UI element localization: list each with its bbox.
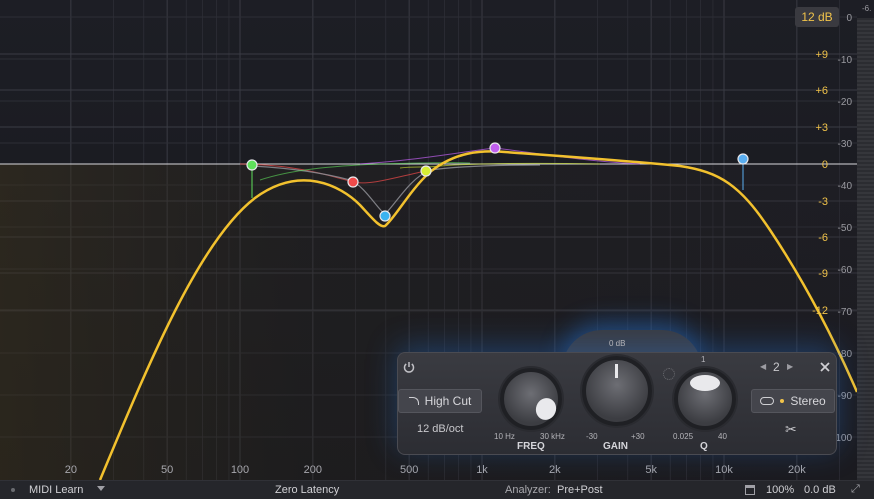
- freq-tick-label: 2k: [549, 464, 561, 476]
- gain-min-label: -30: [586, 432, 598, 441]
- stereo-icon: [760, 397, 775, 405]
- window-icon[interactable]: [745, 485, 755, 495]
- freq-label: FREQ: [517, 441, 545, 452]
- freq-tick-label: 200: [304, 464, 322, 476]
- freq-min-label: 10 Hz: [494, 432, 515, 441]
- analyzer-tick-label: -90: [838, 391, 853, 402]
- midi-dropdown-icon[interactable]: [97, 486, 105, 491]
- band-4-node[interactable]: [420, 165, 432, 177]
- freq-knob[interactable]: [500, 368, 562, 430]
- midi-learn-button[interactable]: MIDI Learn: [29, 484, 83, 496]
- freq-max-label: 30 kHz: [540, 432, 565, 441]
- gain-label: GAIN: [603, 441, 628, 452]
- power-icon[interactable]: [402, 360, 416, 374]
- freq-tick-label: 1k: [476, 464, 488, 476]
- high-cut-icon: [408, 397, 419, 405]
- band-index: 2: [773, 360, 780, 374]
- level-meter: [857, 18, 874, 480]
- gain-max-label: +30: [631, 432, 645, 441]
- analyzer-label: Analyzer:: [505, 484, 551, 496]
- analyzer-tick-label: -60: [838, 265, 853, 276]
- stereo-dot: [780, 399, 785, 403]
- analyzer-tick-label: -80: [838, 349, 853, 360]
- status-bar: MIDI Learn Zero Latency Analyzer: Pre+Po…: [0, 480, 874, 499]
- gain-tick-label: +9: [815, 49, 828, 61]
- q-min-label: 0.025: [673, 432, 694, 441]
- prev-band-button[interactable]: ◀: [760, 362, 766, 371]
- band-2-node[interactable]: [347, 176, 359, 188]
- analyzer-tick-label: -40: [838, 181, 853, 192]
- filter-type-button[interactable]: High Cut: [398, 389, 482, 413]
- gain-knob-indicator: [615, 364, 618, 378]
- analyzer-tick-label: -50: [838, 223, 853, 234]
- freq-tick-label: 20: [65, 464, 77, 476]
- gain-tick-label: -12: [812, 305, 828, 317]
- filter-type-label: High Cut: [424, 394, 472, 408]
- freq-tick-label: 100: [231, 464, 249, 476]
- output-gain[interactable]: 0.0 dB: [804, 484, 836, 496]
- band-6-node[interactable]: [737, 153, 749, 165]
- freq-tick-label: 50: [161, 464, 173, 476]
- zoom-selector[interactable]: 100%: [766, 484, 794, 496]
- q-knob-indicator: [690, 375, 720, 391]
- gain-tick-label: -6: [818, 232, 828, 244]
- analyzer-tick-label: -30: [838, 139, 853, 150]
- analyzer-selector[interactable]: Pre+Post: [557, 484, 603, 496]
- gain-tick-label: +6: [815, 85, 828, 97]
- analyzer-tick-label: 0: [846, 13, 852, 24]
- q-label: Q: [700, 441, 708, 452]
- stereo-label: Stereo: [790, 394, 826, 408]
- corner-label: -6.: [862, 4, 872, 13]
- analyzer-tick-label: -70: [838, 307, 853, 318]
- slope-selector[interactable]: 12 dB/oct: [417, 423, 463, 435]
- gain-tick-label: 0: [822, 159, 828, 171]
- band-1-node[interactable]: [246, 159, 258, 171]
- band-3-node[interactable]: [379, 210, 391, 222]
- range-selector[interactable]: 12 dB: [795, 7, 839, 27]
- freq-tick-label: 10k: [715, 464, 733, 476]
- gain-top-label: 0 dB: [609, 339, 626, 348]
- latency-selector[interactable]: Zero Latency: [275, 484, 339, 496]
- gain-scale-icon[interactable]: [663, 368, 675, 380]
- gain-tick-label: +3: [815, 122, 828, 134]
- gain-tick-label: -3: [818, 196, 828, 208]
- gain-tick-label: -9: [818, 268, 828, 280]
- freq-tick-label: 500: [400, 464, 418, 476]
- resize-icon[interactable]: ⤢: [851, 483, 860, 496]
- close-icon[interactable]: [816, 359, 834, 375]
- next-band-button[interactable]: ▶: [787, 362, 793, 371]
- midi-dot: [11, 488, 15, 492]
- stereo-placement-button[interactable]: Stereo: [751, 389, 835, 413]
- freq-tick-label: 20k: [788, 464, 806, 476]
- freq-tick-label: 5k: [645, 464, 657, 476]
- band-5-node[interactable]: [489, 142, 501, 154]
- analyzer-tick-label: -10: [838, 55, 853, 66]
- q-top-label: 1: [701, 355, 706, 364]
- analyzer-tick-label: -20: [838, 97, 853, 108]
- scissors-icon[interactable]: ✂: [785, 421, 797, 438]
- q-max-label: 40: [718, 432, 727, 441]
